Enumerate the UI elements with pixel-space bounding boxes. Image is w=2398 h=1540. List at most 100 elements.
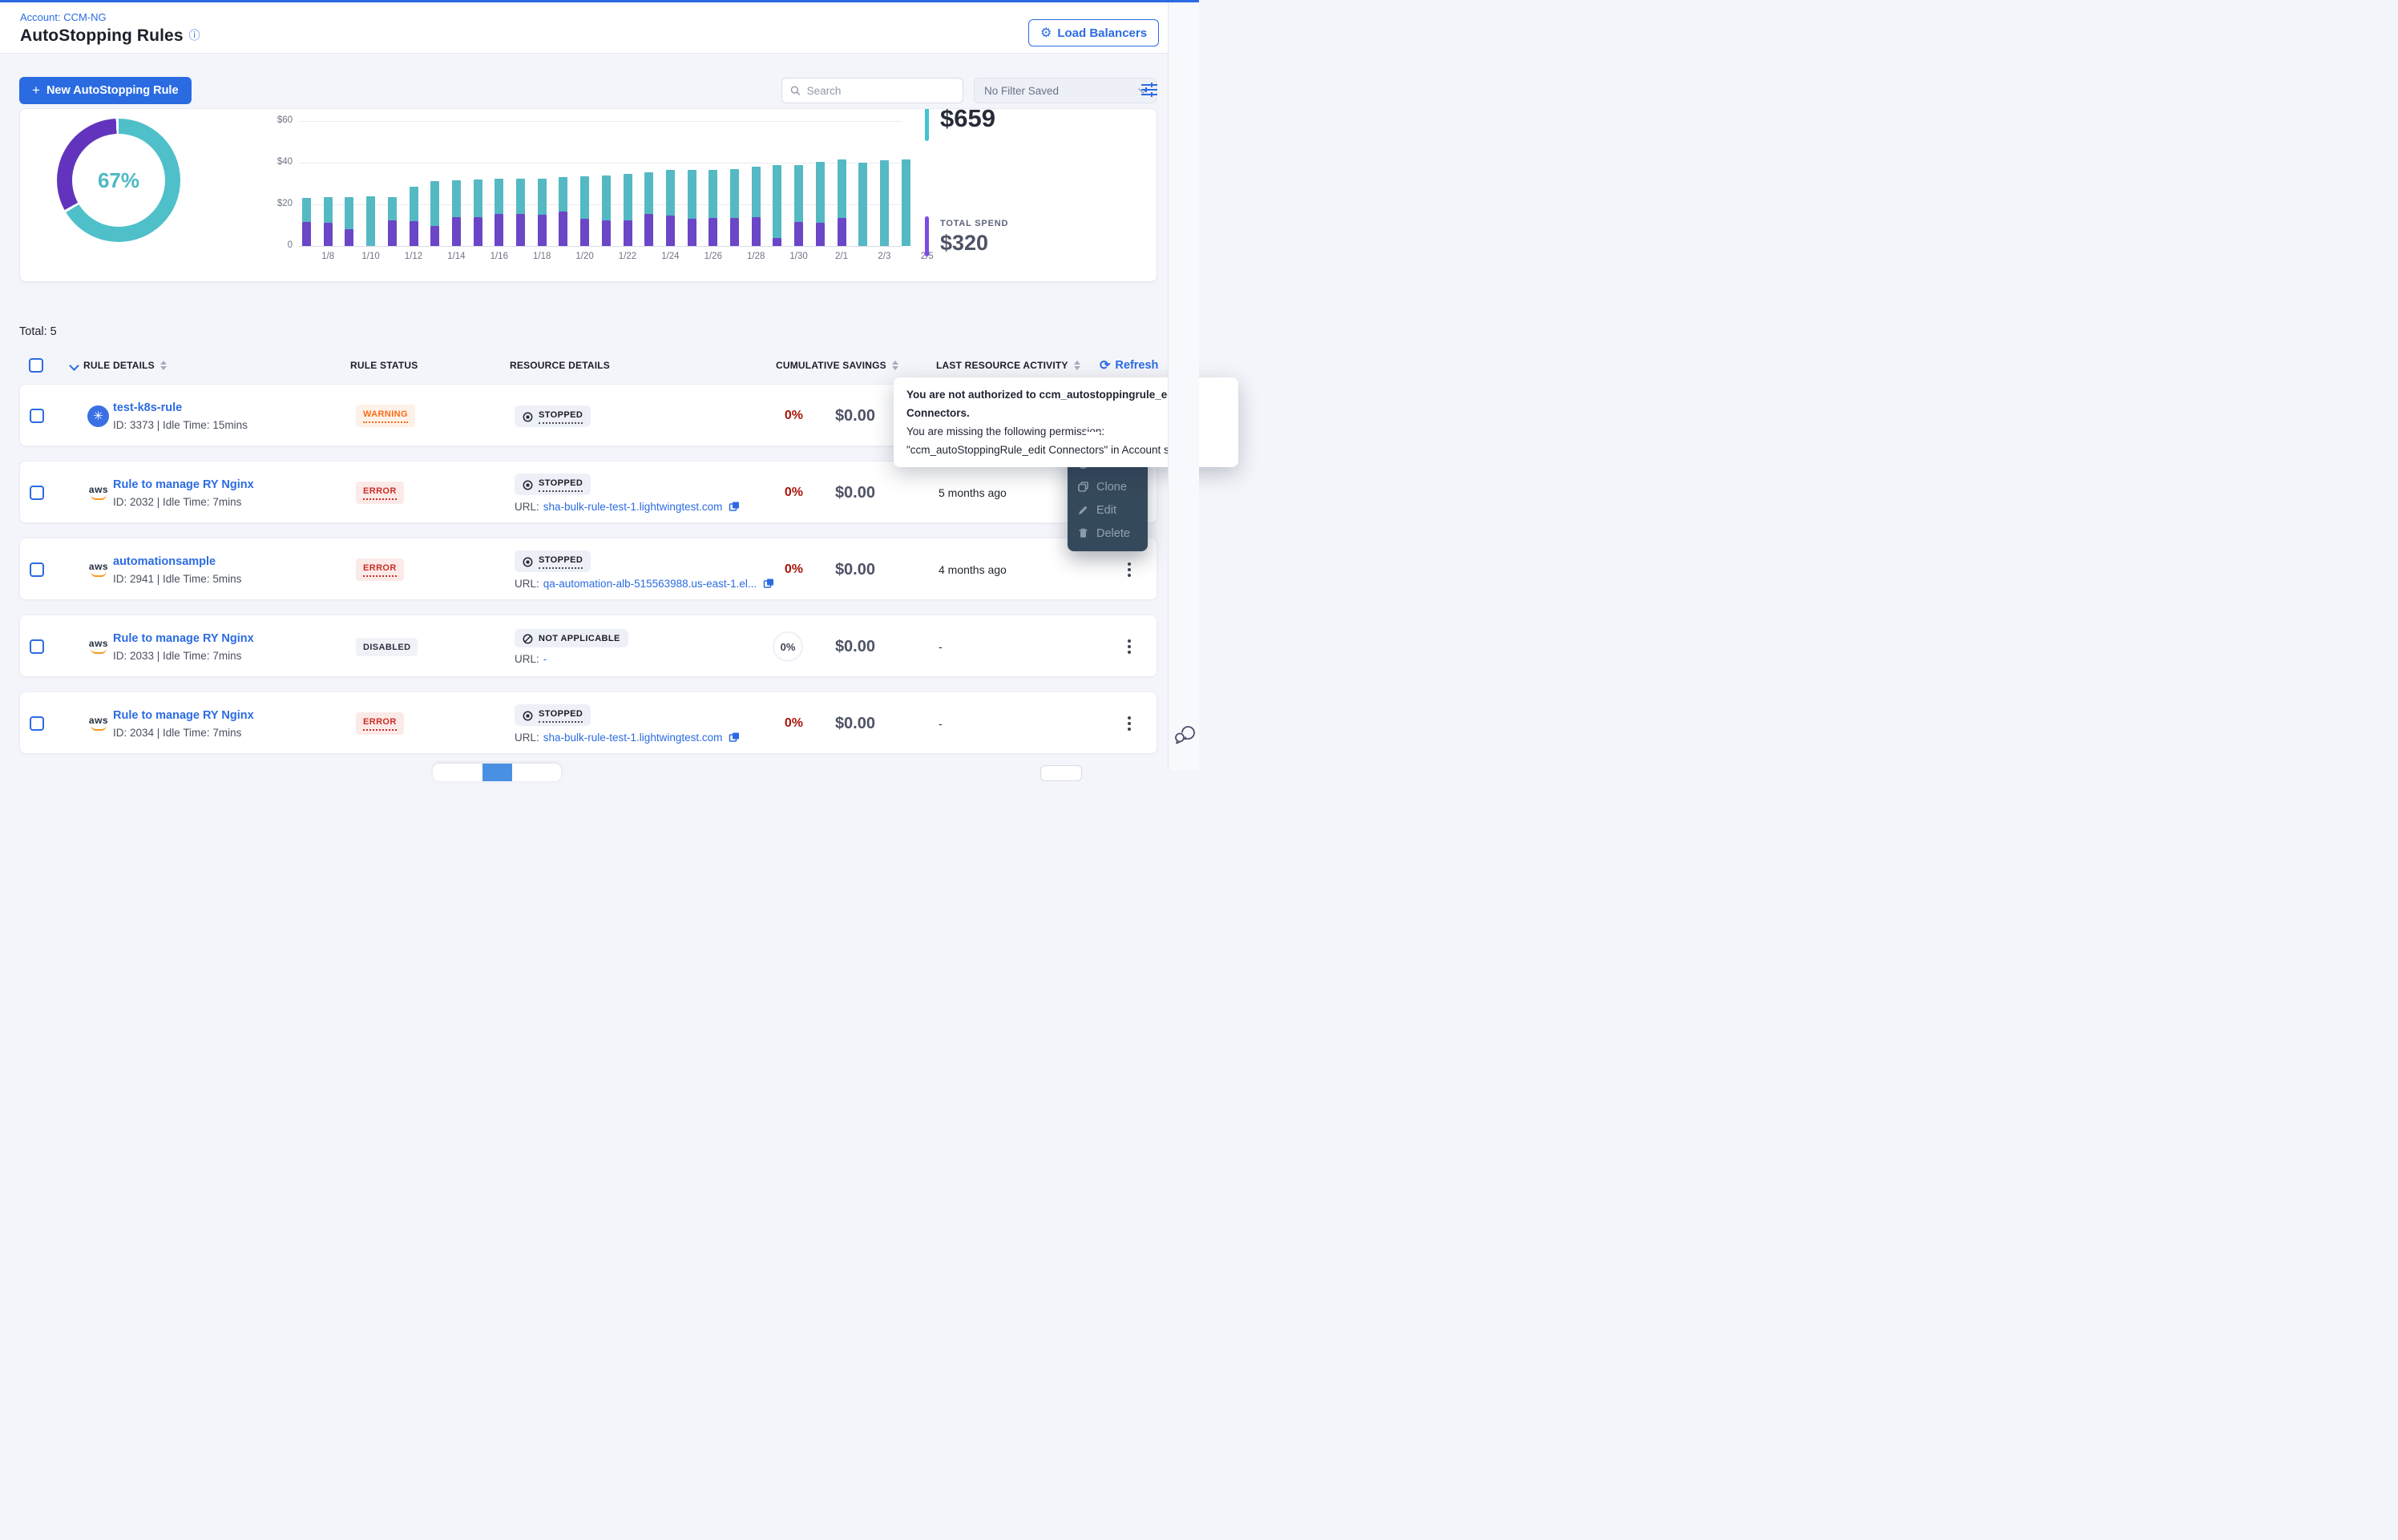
bar-segment bbox=[430, 226, 439, 246]
y-axis-tick: $40 bbox=[257, 157, 293, 167]
row-actions-menu-button[interactable] bbox=[1121, 615, 1137, 678]
table-row[interactable]: aws Rule to manage RY Nginx ID: 2032 | I… bbox=[19, 461, 1157, 523]
rule-meta: ID: 2034 | Idle Time: 7mins bbox=[113, 727, 254, 739]
table-row[interactable]: aws automationsample ID: 2941 | Idle Tim… bbox=[19, 538, 1157, 600]
refresh-button[interactable]: ⟳Refresh bbox=[1100, 357, 1158, 373]
resource-url-link[interactable]: qa-automation-alb-515563988.us-east-1.el… bbox=[543, 578, 757, 590]
resource-state-badge[interactable]: STOPPED bbox=[515, 405, 591, 427]
x-axis-tick: 1/20 bbox=[567, 252, 603, 261]
filter-sliders-icon bbox=[1140, 82, 1158, 98]
x-axis-tick: 1/12 bbox=[396, 252, 431, 261]
bar-segment bbox=[474, 179, 482, 217]
col-last-resource-activity: LAST RESOURCE ACTIVITY bbox=[936, 360, 1080, 371]
row-checkbox[interactable] bbox=[30, 409, 44, 423]
rule-name-link[interactable]: Rule to manage RY Nginx bbox=[113, 632, 254, 645]
select-menu-chevron-icon[interactable] bbox=[69, 361, 79, 371]
search-input[interactable] bbox=[807, 85, 955, 97]
savings-percent: 0% bbox=[785, 562, 803, 577]
filter-panel-button[interactable] bbox=[1140, 81, 1159, 100]
savings-percent: 0% bbox=[785, 716, 803, 731]
x-axis-tick: 1/28 bbox=[738, 252, 773, 261]
bar-segment bbox=[495, 214, 503, 246]
resource-url-link[interactable]: sha-bulk-rule-test-1.lightwingtest.com bbox=[543, 501, 723, 513]
stopped-icon bbox=[523, 480, 533, 490]
pagination-current-page[interactable] bbox=[482, 764, 512, 781]
rule-name-link[interactable]: test-k8s-rule bbox=[113, 401, 248, 414]
info-icon[interactable]: ⓘ bbox=[189, 29, 200, 42]
status-badge[interactable]: ERROR bbox=[356, 558, 404, 581]
sort-icon[interactable] bbox=[892, 361, 898, 370]
x-axis-tick: 1/24 bbox=[652, 252, 688, 261]
bar-segment bbox=[345, 229, 353, 246]
bar-segment bbox=[880, 160, 889, 246]
bar-segment bbox=[388, 220, 397, 247]
x-axis-tick: 1/30 bbox=[781, 252, 817, 261]
bar-segment bbox=[580, 176, 589, 219]
x-axis-tick: 1/8 bbox=[310, 252, 345, 261]
last-activity: - bbox=[939, 717, 943, 730]
saved-filter-select[interactable]: No Filter Saved bbox=[974, 78, 1157, 103]
rule-name-link[interactable]: Rule to manage RY Nginx bbox=[113, 709, 254, 722]
select-all-checkbox[interactable] bbox=[29, 358, 43, 373]
pagination[interactable] bbox=[433, 764, 561, 781]
menu-item-delete[interactable]: Delete bbox=[1068, 522, 1148, 545]
total-spend-stat: TOTAL SPEND $320 bbox=[925, 216, 1008, 256]
resource-url-link[interactable]: - bbox=[543, 653, 547, 665]
resource-state-badge[interactable]: NOT APPLICABLE bbox=[515, 629, 628, 647]
bar-segment bbox=[644, 172, 653, 214]
chat-bubble-icon[interactable] bbox=[1173, 724, 1195, 748]
right-rail bbox=[1168, 0, 1199, 770]
resource-state-badge[interactable]: STOPPED bbox=[515, 550, 591, 572]
table-row[interactable]: aws Rule to manage RY Nginx ID: 2034 | I… bbox=[19, 691, 1157, 754]
rule-name-link[interactable]: Rule to manage RY Nginx bbox=[113, 478, 254, 491]
status-badge[interactable]: ERROR bbox=[356, 482, 404, 504]
bar-segment bbox=[752, 217, 761, 246]
x-axis-tick: 1/18 bbox=[524, 252, 559, 261]
rule-meta: ID: 2941 | Idle Time: 5mins bbox=[113, 573, 241, 585]
rule-name-link[interactable]: automationsample bbox=[113, 555, 241, 568]
row-checkbox[interactable] bbox=[30, 716, 44, 731]
row-actions-menu-button[interactable] bbox=[1121, 692, 1137, 755]
status-badge[interactable]: WARNING bbox=[356, 405, 415, 427]
bar-segment bbox=[752, 167, 761, 216]
bottom-right-button[interactable] bbox=[1040, 765, 1082, 781]
resource-url-link[interactable]: sha-bulk-rule-test-1.lightwingtest.com bbox=[543, 732, 723, 744]
x-axis-tick: 2/3 bbox=[866, 252, 902, 261]
savings-amount: $0.00 bbox=[835, 407, 875, 425]
y-axis-tick: 0 bbox=[257, 240, 293, 250]
load-balancers-button[interactable]: ⚙ Load Balancers bbox=[1028, 19, 1159, 46]
account-breadcrumb[interactable]: Account: CCM-NG bbox=[20, 11, 107, 23]
menu-item-clone[interactable]: Clone bbox=[1068, 475, 1148, 498]
copy-icon[interactable] bbox=[729, 501, 740, 512]
bar-segment bbox=[644, 214, 653, 246]
row-checkbox[interactable] bbox=[30, 562, 44, 577]
status-badge[interactable]: DISABLED bbox=[356, 638, 418, 656]
resource-state-badge[interactable]: STOPPED bbox=[515, 704, 591, 726]
row-checkbox[interactable] bbox=[30, 639, 44, 654]
stopped-icon bbox=[523, 711, 533, 721]
sort-icon[interactable] bbox=[1074, 361, 1080, 370]
row-checkbox[interactable] bbox=[30, 486, 44, 500]
bar-segment bbox=[516, 214, 525, 246]
menu-item-edit[interactable]: Edit bbox=[1068, 498, 1148, 522]
col-cumulative-savings: CUMULATIVE SAVINGS bbox=[776, 360, 898, 371]
search-box[interactable] bbox=[781, 78, 963, 103]
bar-segment bbox=[794, 165, 803, 223]
savings-percent: 0% bbox=[785, 409, 803, 423]
bar-segment bbox=[602, 220, 611, 247]
last-activity: - bbox=[939, 640, 943, 653]
savings-accent-bar bbox=[925, 108, 929, 141]
resource-state-badge[interactable]: STOPPED bbox=[515, 474, 591, 495]
savings-amount: $0.00 bbox=[835, 638, 875, 656]
plus-icon: + bbox=[32, 83, 40, 99]
bar-segment bbox=[302, 222, 311, 246]
table-row[interactable]: aws Rule to manage RY Nginx ID: 2033 | I… bbox=[19, 615, 1157, 677]
url-label: URL: bbox=[515, 578, 539, 590]
sort-icon[interactable] bbox=[160, 361, 167, 370]
status-badge[interactable]: ERROR bbox=[356, 712, 404, 735]
bar-segment bbox=[538, 215, 547, 246]
bar-segment bbox=[538, 179, 547, 216]
bar-segment bbox=[708, 218, 717, 246]
copy-icon[interactable] bbox=[729, 732, 740, 743]
new-autostopping-rule-button[interactable]: + New AutoStopping Rule bbox=[19, 77, 192, 104]
